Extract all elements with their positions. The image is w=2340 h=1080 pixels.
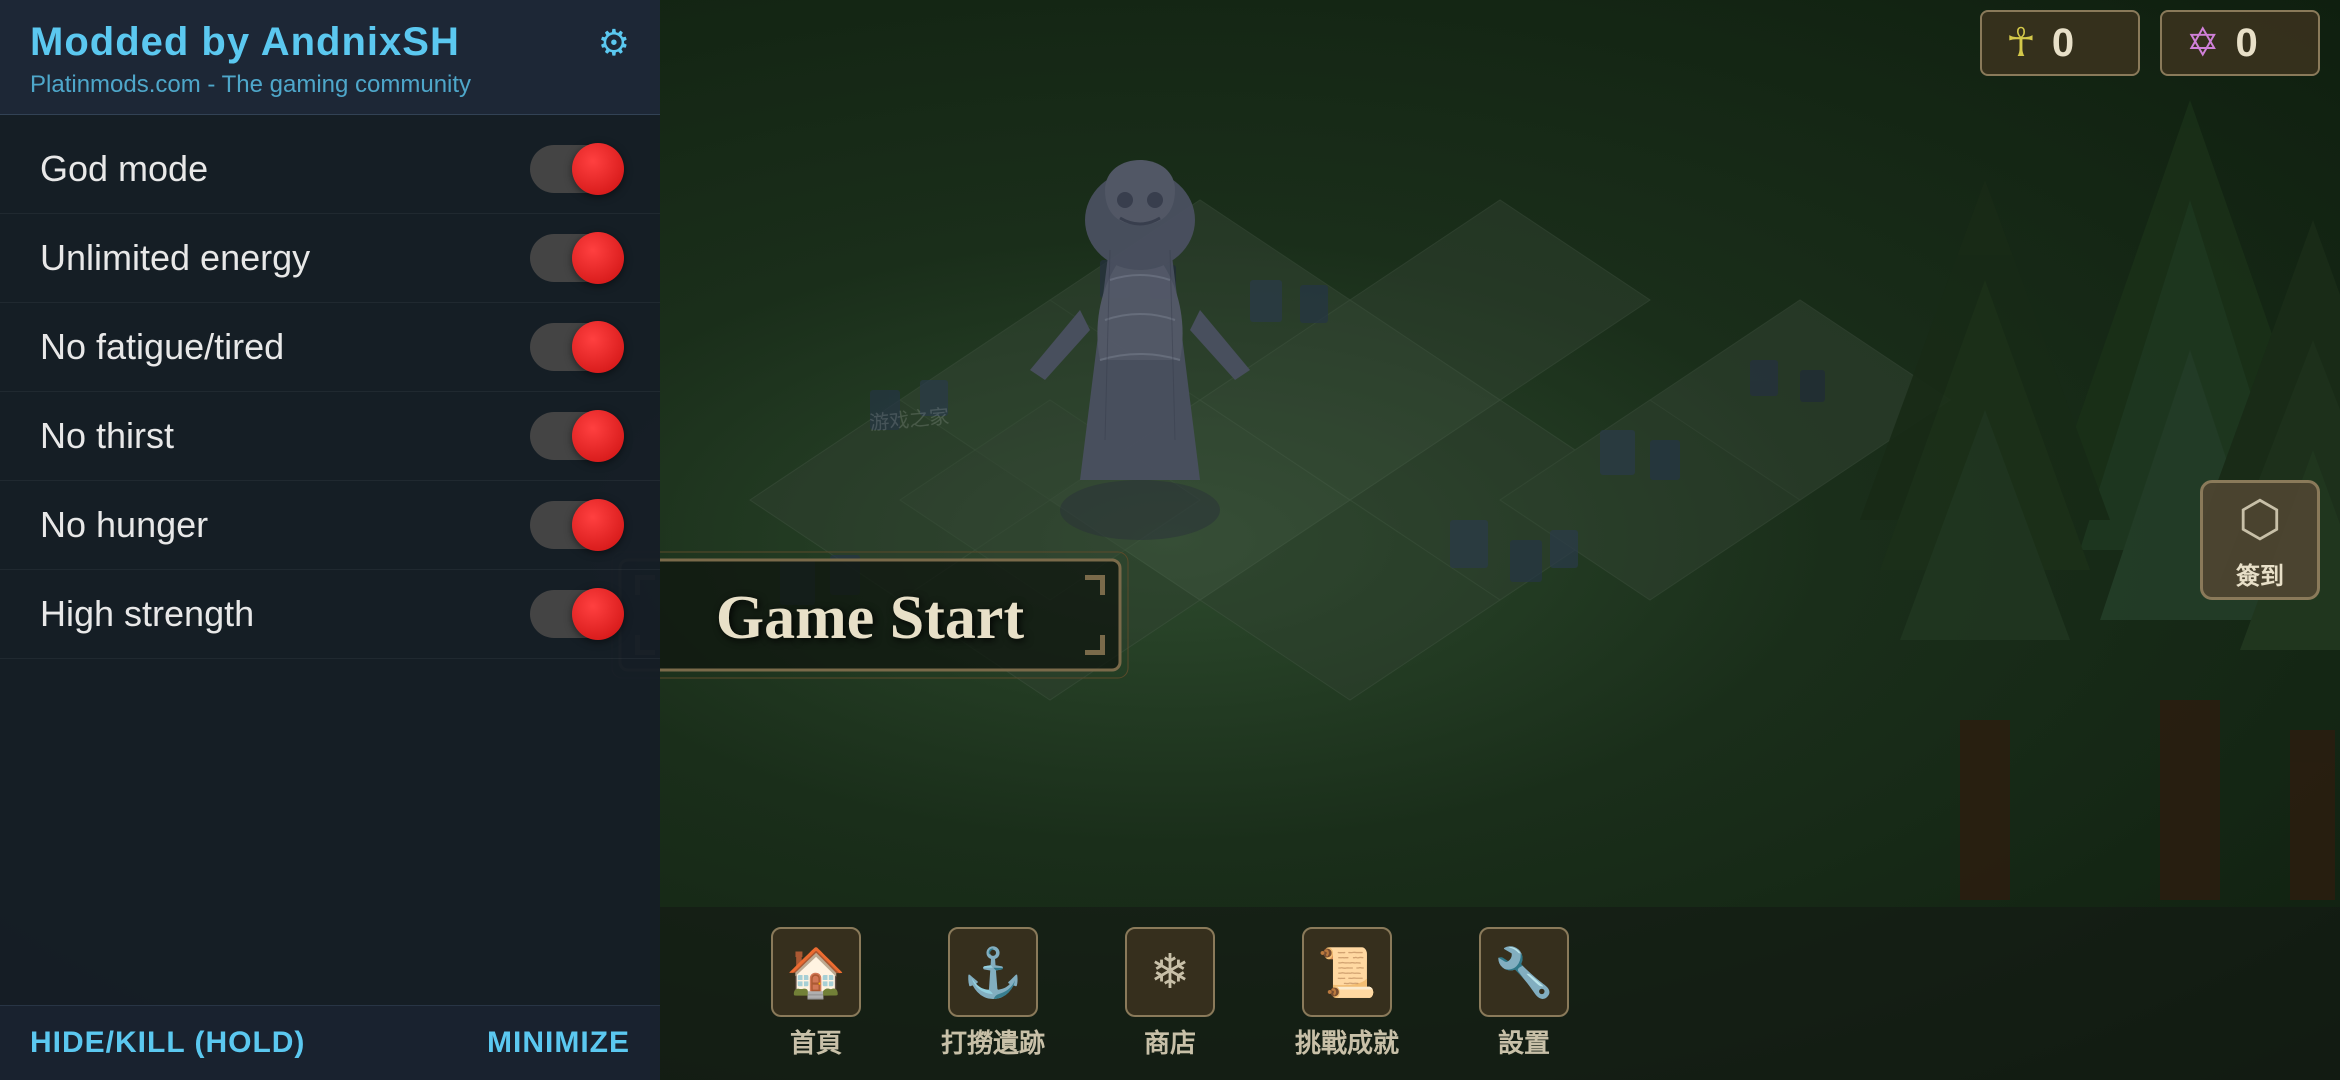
mod-subtitle: Platinmods.com - The gaming community bbox=[30, 71, 630, 99]
nav-item-challenges[interactable]: 📜 挑戰成就 bbox=[1255, 917, 1439, 1070]
nav-item-relics[interactable]: ⚓ 打撈遺跡 bbox=[901, 917, 1085, 1070]
no-fatigue-track bbox=[530, 323, 620, 371]
currency-area: ☥ 0 ✡ 0 bbox=[1980, 10, 2320, 76]
nav-item-home[interactable]: 🏠 首頁 bbox=[731, 917, 901, 1070]
mod-option-no-hunger: No hunger bbox=[0, 481, 660, 570]
nav-relics-label: 打撈遺跡 bbox=[941, 1023, 1045, 1060]
high-strength-knob bbox=[572, 588, 624, 640]
nav-shop-icon: ❄ bbox=[1125, 927, 1215, 1017]
mod-title: Modded by AndnixSH bbox=[30, 20, 460, 65]
no-hunger-toggle[interactable] bbox=[530, 501, 620, 549]
minimize-button[interactable]: MINIMIZE bbox=[487, 1026, 630, 1060]
nav-settings-icon: 🔧 bbox=[1479, 927, 1569, 1017]
mod-settings-icon[interactable]: ⚙ bbox=[598, 22, 630, 64]
unlimited-energy-toggle[interactable] bbox=[530, 234, 620, 282]
checkin-button[interactable]: ⬡ 簽到 bbox=[2200, 480, 2320, 600]
ankh-count: 0 bbox=[2052, 21, 2074, 66]
currency-ankh: ☥ 0 bbox=[1980, 10, 2140, 76]
mod-header: Modded by AndnixSH ⚙ Platinmods.com - Th… bbox=[0, 0, 660, 115]
no-thirst-track bbox=[530, 412, 620, 460]
no-fatigue-toggle[interactable] bbox=[530, 323, 620, 371]
high-strength-label: High strength bbox=[40, 593, 254, 635]
mod-option-no-fatigue: No fatigue/tired bbox=[0, 303, 660, 392]
nav-settings-label: 設置 bbox=[1498, 1023, 1550, 1060]
mod-footer: HIDE/KILL (HOLD) MINIMIZE bbox=[0, 1005, 660, 1080]
mod-option-unlimited-energy: Unlimited energy bbox=[0, 214, 660, 303]
nav-relics-icon: ⚓ bbox=[948, 927, 1038, 1017]
unlimited-energy-knob bbox=[572, 232, 624, 284]
checkin-icon: ⬡ bbox=[2238, 490, 2282, 548]
god-mode-track bbox=[530, 145, 620, 193]
currency-star: ✡ 0 bbox=[2160, 10, 2320, 76]
no-hunger-track bbox=[530, 501, 620, 549]
no-thirst-knob bbox=[572, 410, 624, 462]
no-thirst-toggle[interactable] bbox=[530, 412, 620, 460]
mod-option-no-thirst: No thirst bbox=[0, 392, 660, 481]
star-icon: ✡ bbox=[2186, 20, 2220, 66]
no-fatigue-knob bbox=[572, 321, 624, 373]
hide-kill-button[interactable]: HIDE/KILL (HOLD) bbox=[30, 1026, 305, 1060]
no-fatigue-label: No fatigue/tired bbox=[40, 326, 284, 368]
ankh-icon: ☥ bbox=[2006, 20, 2036, 66]
high-strength-track bbox=[530, 590, 620, 638]
nav-item-shop[interactable]: ❄ 商店 bbox=[1085, 917, 1255, 1070]
unlimited-energy-track bbox=[530, 234, 620, 282]
right-panel: ⬡ 簽到 bbox=[2200, 480, 2320, 600]
mod-title-row: Modded by AndnixSH ⚙ bbox=[30, 20, 630, 65]
checkin-label: 簽到 bbox=[2236, 556, 2284, 591]
high-strength-toggle[interactable] bbox=[530, 590, 620, 638]
god-mode-knob bbox=[572, 143, 624, 195]
no-hunger-label: No hunger bbox=[40, 504, 208, 546]
nav-challenges-label: 挑戰成就 bbox=[1295, 1023, 1399, 1060]
mod-option-god-mode: God mode bbox=[0, 125, 660, 214]
nav-challenges-icon: 📜 bbox=[1302, 927, 1392, 1017]
star-count: 0 bbox=[2236, 21, 2258, 66]
no-hunger-knob bbox=[572, 499, 624, 551]
nav-home-icon: 🏠 bbox=[771, 927, 861, 1017]
mod-panel: Modded by AndnixSH ⚙ Platinmods.com - Th… bbox=[0, 0, 660, 1080]
nav-item-settings[interactable]: 🔧 設置 bbox=[1439, 917, 1609, 1070]
nav-shop-label: 商店 bbox=[1144, 1023, 1196, 1060]
god-mode-toggle[interactable] bbox=[530, 145, 620, 193]
no-thirst-label: No thirst bbox=[40, 415, 174, 457]
unlimited-energy-label: Unlimited energy bbox=[40, 237, 310, 279]
mod-option-high-strength: High strength bbox=[0, 570, 660, 659]
god-mode-label: God mode bbox=[40, 148, 208, 190]
mod-options: God mode Unlimited energy No fatigue/tir… bbox=[0, 115, 660, 1005]
nav-home-label: 首頁 bbox=[790, 1023, 842, 1060]
